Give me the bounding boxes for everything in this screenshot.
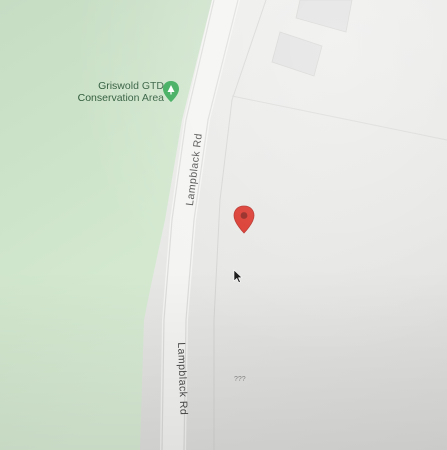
building [271, 31, 323, 77]
address-number-label: ??? [234, 376, 246, 383]
conservation-area-label[interactable]: Griswold GTD Conservation Area [64, 80, 164, 104]
park-name-line1: Griswold GTD [98, 80, 164, 92]
road-label-south[interactable]: Lampblack Rd [175, 342, 190, 415]
park-name-line2: Conservation Area [77, 92, 164, 104]
red-location-pin-icon[interactable] [233, 205, 255, 234]
mouse-pointer-icon [233, 269, 243, 283]
building [295, 0, 353, 33]
parcel-boundary [231, 95, 447, 141]
map-base-layer [0, 0, 447, 450]
map-canvas[interactable]: Griswold GTD Conservation Area Lampblack… [0, 0, 447, 450]
